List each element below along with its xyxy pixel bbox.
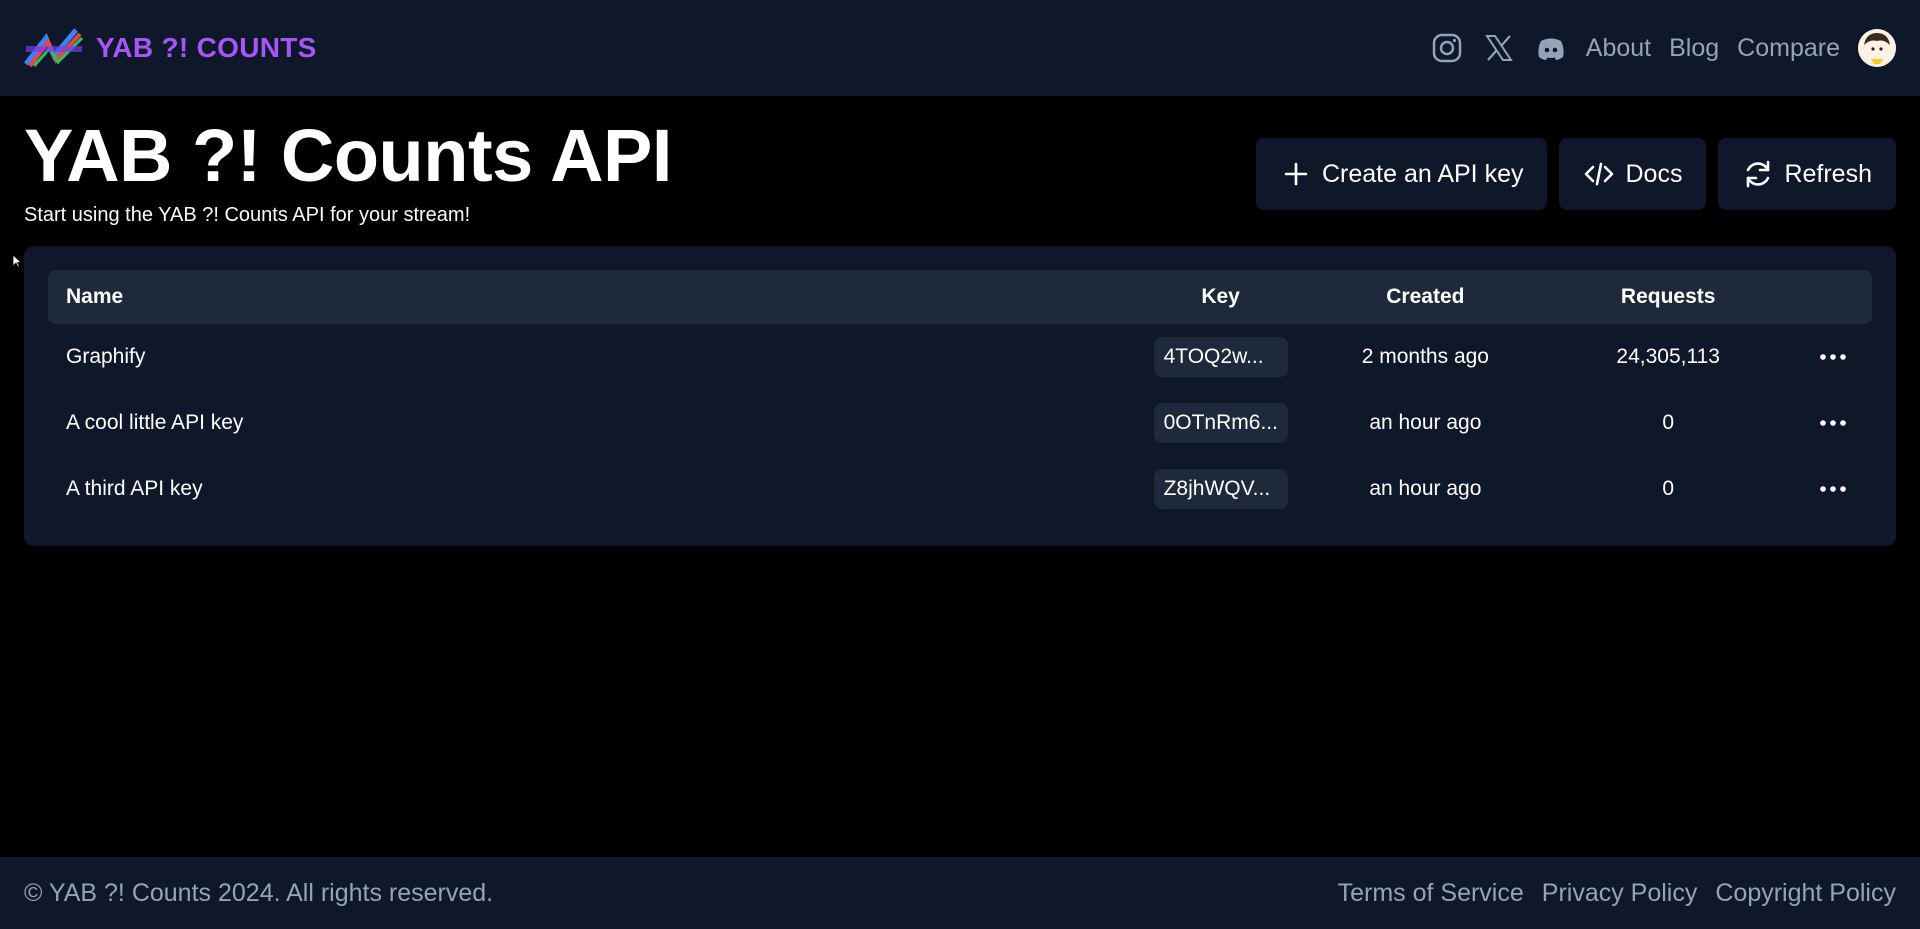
footer: © YAB ?! Counts 2024. All rights reserve… — [0, 857, 1920, 929]
privacy-policy-link[interactable]: Privacy Policy — [1542, 879, 1698, 908]
table-row: A cool little API key 0OTnRm6... an hour… — [48, 390, 1872, 456]
refresh-label: Refresh — [1784, 159, 1872, 188]
page-subtitle: Start using the YAB ?! Counts API for yo… — [24, 204, 471, 226]
api-keys-panel: Name Key Created Requests Graphify 4TOQ2… — [24, 246, 1896, 546]
row-created: 2 months ago — [1361, 345, 1489, 368]
table-row: A third API key Z8jhWQV... an hour ago 0 — [48, 456, 1872, 522]
api-key-pill[interactable]: 4TOQ2w... — [1153, 337, 1288, 377]
more-options-icon[interactable] — [1818, 479, 1848, 499]
plus-icon — [1284, 162, 1308, 186]
row-requests: 24,305,113 — [1616, 345, 1720, 368]
footer-links: Terms of Service Privacy Policy Copyrigh… — [1338, 879, 1896, 908]
docs-label: Docs — [1625, 159, 1683, 188]
mouse-cursor-icon — [12, 254, 22, 268]
row-name: A cool little API key — [66, 411, 244, 434]
row-created: an hour ago — [1369, 477, 1482, 500]
brand-name: YAB ?! COUNTS — [96, 32, 317, 63]
nav-about-link[interactable]: About — [1586, 34, 1651, 63]
top-navbar: YAB ?! COUNTS About Blog Compare — [0, 0, 1920, 96]
more-options-icon[interactable] — [1818, 413, 1848, 433]
code-icon — [1585, 162, 1614, 186]
docs-button[interactable]: Docs — [1559, 138, 1707, 210]
header-name: Name — [66, 285, 124, 308]
api-key-pill[interactable]: Z8jhWQV... — [1153, 469, 1288, 509]
create-api-key-button[interactable]: Create an API key — [1255, 138, 1548, 210]
brand[interactable]: YAB ?! COUNTS — [24, 26, 317, 70]
instagram-icon[interactable] — [1430, 31, 1464, 65]
nav-compare-link[interactable]: Compare — [1737, 34, 1840, 63]
top-nav: About Blog Compare — [1430, 29, 1896, 67]
x-icon[interactable] — [1482, 31, 1516, 65]
row-requests: 0 — [1662, 411, 1675, 434]
refresh-icon — [1747, 160, 1770, 188]
more-options-icon[interactable] — [1818, 347, 1848, 367]
row-requests: 0 — [1662, 477, 1675, 500]
hero: YAB ?! Counts API Start using the YAB ?!… — [24, 114, 672, 227]
copyright-text: © YAB ?! Counts 2024. All rights reserve… — [24, 878, 494, 907]
copyright-policy-link[interactable]: Copyright Policy — [1715, 879, 1896, 908]
table-header: Name Key Created Requests — [48, 270, 1872, 324]
refresh-button[interactable]: Refresh — [1718, 138, 1896, 210]
header-requests: Requests — [1620, 285, 1716, 308]
row-created: an hour ago — [1369, 411, 1482, 434]
brand-logo — [24, 28, 84, 68]
action-bar: Create an API key Docs Refresh — [1255, 138, 1896, 210]
row-name: Graphify — [66, 345, 146, 368]
header-created: Created — [1386, 285, 1465, 308]
page-title: YAB ?! Counts API — [24, 114, 672, 197]
header-key: Key — [1201, 285, 1240, 308]
discord-icon[interactable] — [1534, 31, 1568, 65]
row-name: A third API key — [66, 477, 203, 500]
api-key-pill[interactable]: 0OTnRm6... — [1153, 403, 1288, 443]
nav-blog-link[interactable]: Blog — [1669, 34, 1719, 63]
table-row: Graphify 4TOQ2w... 2 months ago 24,305,1… — [48, 324, 1872, 390]
terms-of-service-link[interactable]: Terms of Service — [1338, 879, 1524, 908]
avatar[interactable] — [1858, 29, 1896, 67]
create-api-key-label: Create an API key — [1321, 159, 1524, 188]
